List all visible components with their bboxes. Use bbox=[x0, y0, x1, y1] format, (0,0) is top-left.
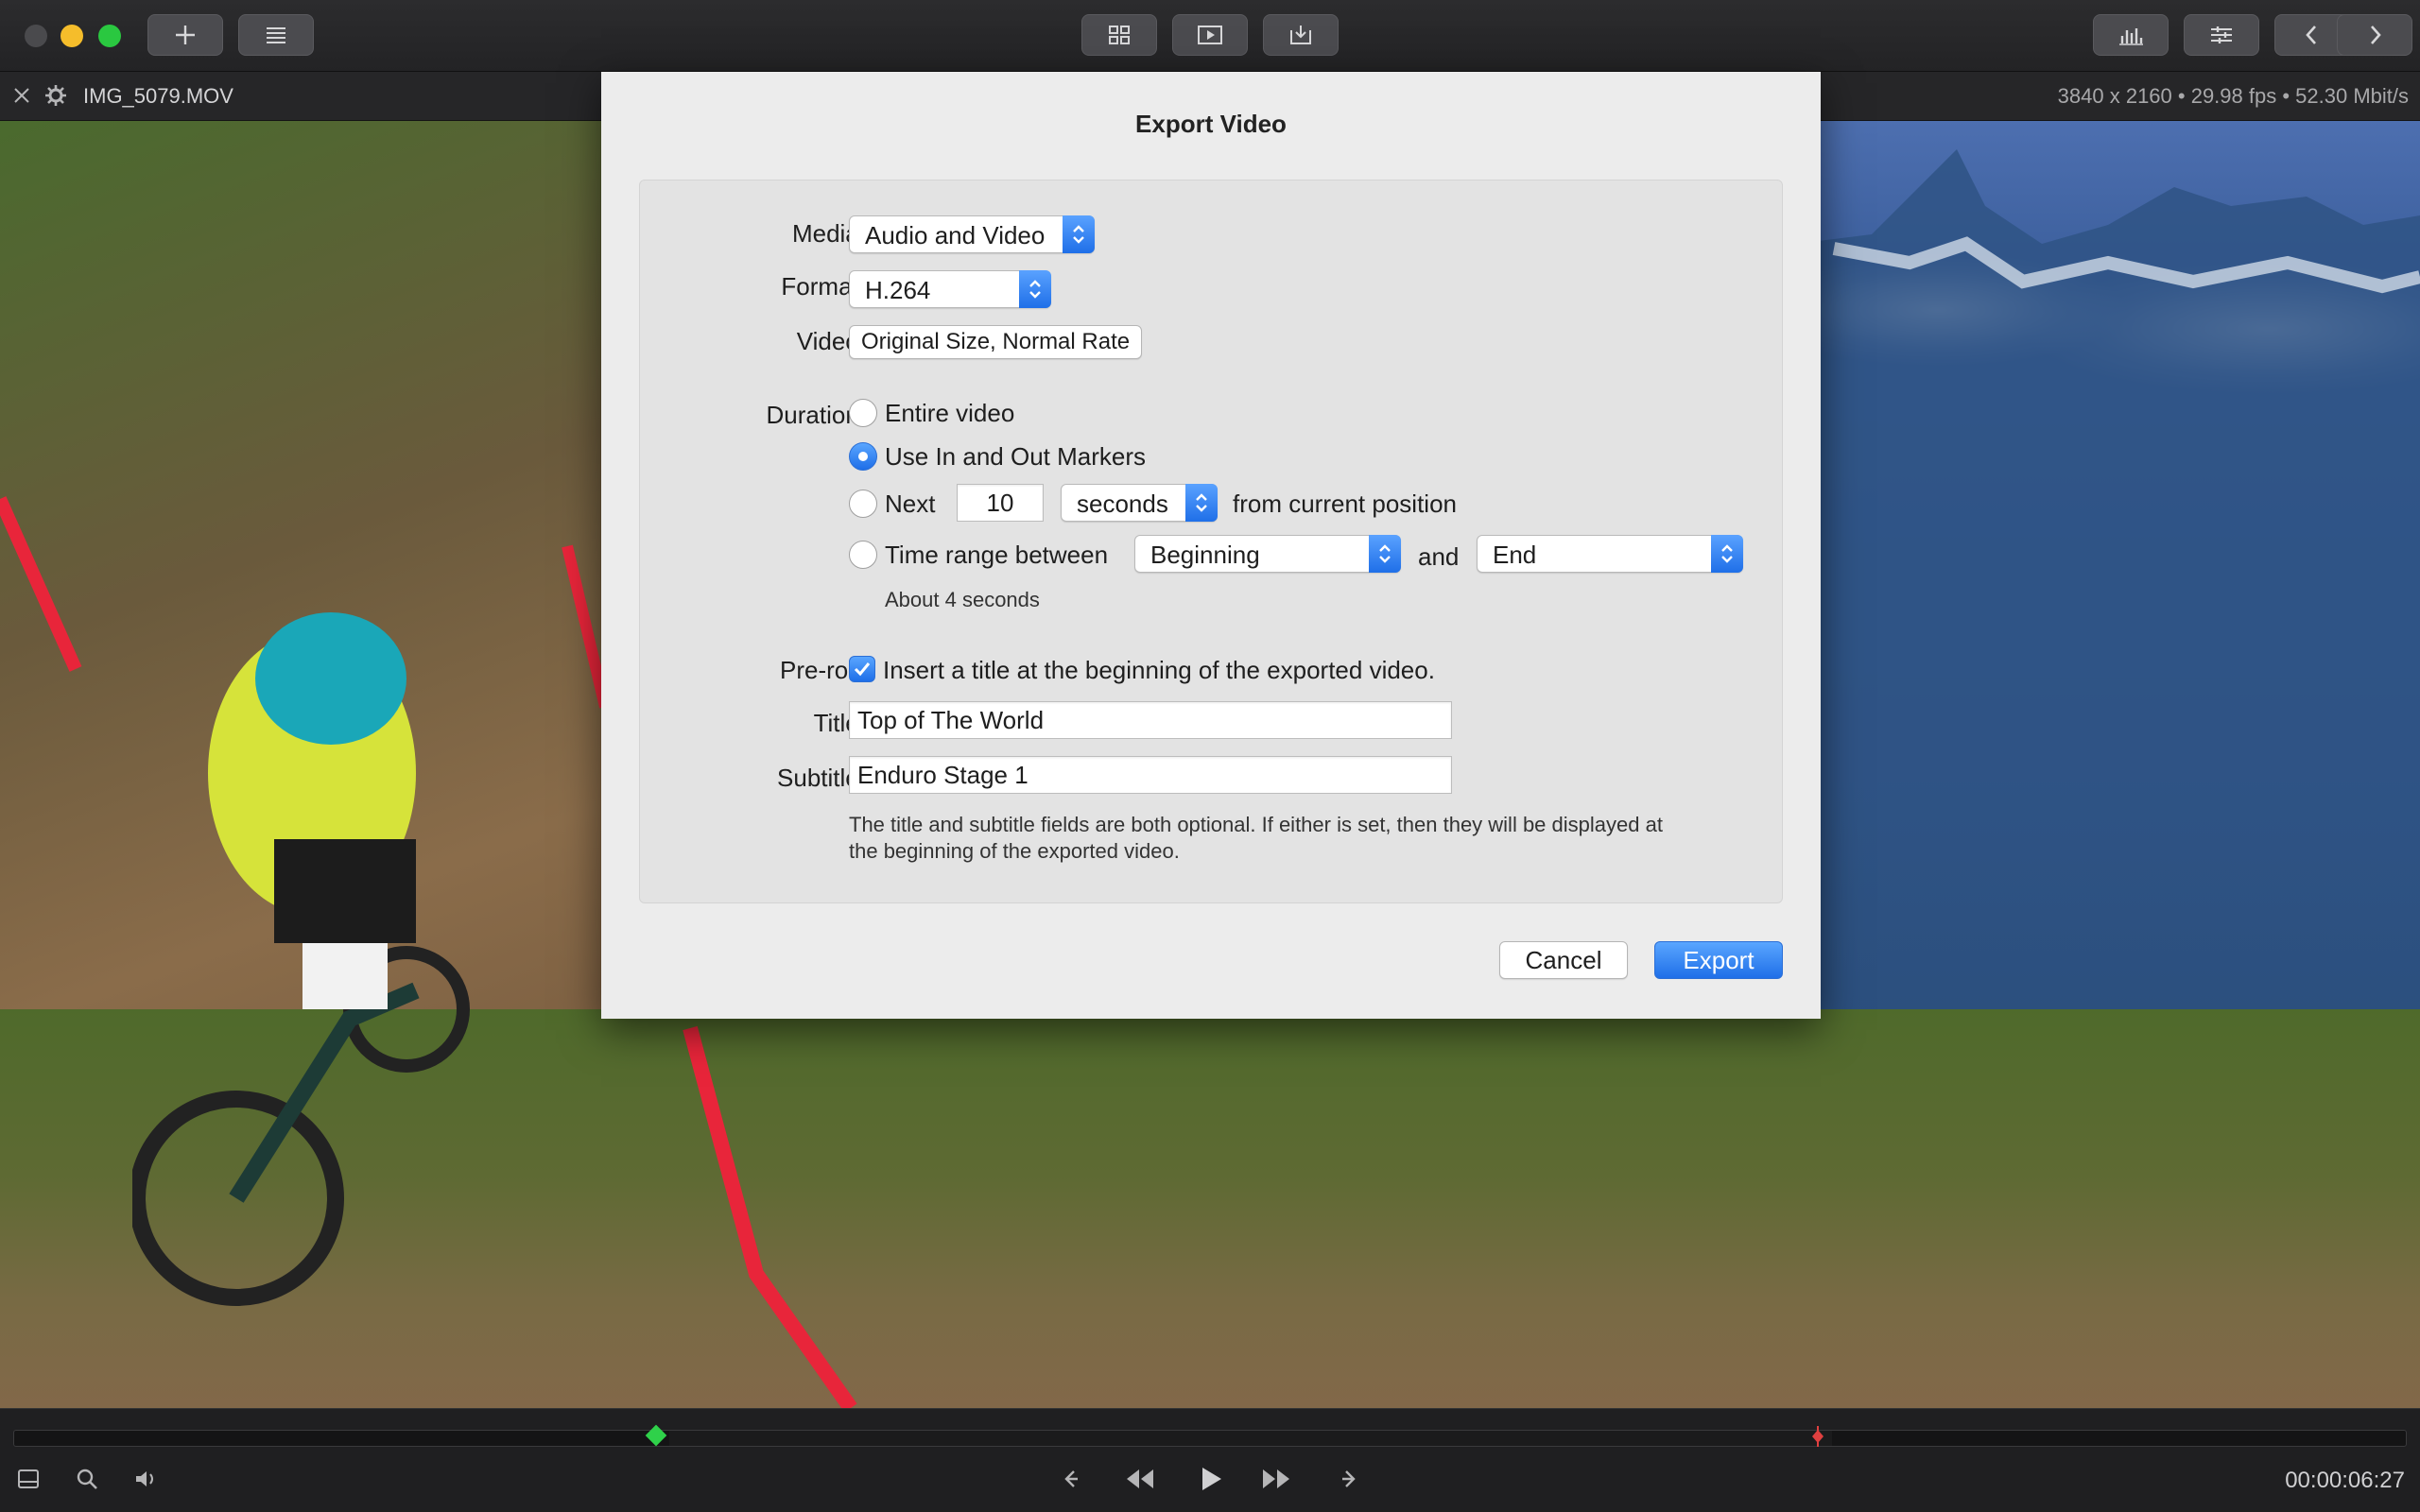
gear-icon[interactable] bbox=[43, 83, 68, 108]
next-button[interactable] bbox=[2337, 14, 2412, 56]
chevron-right-icon bbox=[2371, 26, 2381, 44]
timeline-track[interactable] bbox=[13, 1430, 2407, 1447]
search-icon[interactable] bbox=[74, 1466, 100, 1492]
add-button[interactable] bbox=[147, 14, 223, 56]
export-button[interactable]: Export bbox=[1654, 941, 1783, 979]
format-label: Format: bbox=[781, 272, 866, 301]
preroll-label: Pre-roll: bbox=[779, 656, 866, 684]
use-markers-label: Use In and Out Markers bbox=[885, 442, 1146, 471]
time-range-label: Time range between bbox=[885, 541, 1109, 569]
next-unit-value: seconds bbox=[1077, 490, 1168, 518]
radio-entire-video[interactable] bbox=[849, 399, 877, 427]
range-start-popup[interactable]: Beginning bbox=[1134, 535, 1401, 573]
title-field[interactable]: Top of The World bbox=[849, 701, 1452, 739]
cancel-button[interactable]: Cancel bbox=[1499, 941, 1628, 979]
rewind-icon[interactable] bbox=[1121, 1462, 1159, 1496]
bar-chart-icon bbox=[2119, 28, 2143, 45]
range-and-label: and bbox=[1418, 542, 1460, 571]
window-close-button[interactable] bbox=[25, 25, 47, 47]
export-tray-icon bbox=[1290, 26, 1311, 44]
format-popup-value: H.264 bbox=[865, 276, 931, 304]
timecode-display: 00:00:06:27 bbox=[2285, 1468, 2405, 1493]
radio-time-range[interactable] bbox=[849, 541, 877, 569]
next-amount-field[interactable]: 10 bbox=[957, 484, 1044, 522]
volume-icon[interactable] bbox=[132, 1466, 159, 1492]
go-to-out-icon[interactable] bbox=[1329, 1462, 1367, 1496]
dialog-title: Export Video bbox=[1135, 110, 1287, 138]
duration-note: About 4 seconds bbox=[885, 588, 1040, 611]
sidebar-toggle-icon[interactable] bbox=[15, 1466, 42, 1492]
media-popup-value: Audio and Video bbox=[865, 221, 1046, 249]
grid-icon bbox=[1109, 26, 1130, 44]
popup-arrows-icon bbox=[1369, 535, 1401, 573]
popup-arrows-icon bbox=[1063, 215, 1095, 253]
checkmark-icon bbox=[854, 662, 871, 677]
radio-next[interactable] bbox=[849, 490, 877, 518]
popup-arrows-icon bbox=[1185, 484, 1218, 522]
popup-arrows-icon bbox=[1711, 535, 1743, 573]
export-dialog: Export Video Media: Audio and Video Form… bbox=[601, 72, 1821, 1019]
help-text-line-1: The title and subtitle fields are both o… bbox=[849, 813, 1663, 836]
player-view-button[interactable] bbox=[1172, 14, 1248, 56]
entire-video-label: Entire video bbox=[885, 399, 1015, 427]
play-icon[interactable] bbox=[1191, 1462, 1229, 1496]
title-label: Title: bbox=[813, 709, 866, 737]
list-button[interactable] bbox=[238, 14, 314, 56]
go-to-in-icon[interactable] bbox=[1053, 1462, 1091, 1496]
out-marker[interactable] bbox=[1809, 1426, 1826, 1447]
window-zoom-button[interactable] bbox=[98, 25, 121, 47]
chevron-left-icon bbox=[2306, 26, 2316, 44]
range-end-popup[interactable]: End bbox=[1477, 535, 1743, 573]
subtitle-label: Subtitle: bbox=[777, 764, 866, 792]
radio-use-markers[interactable] bbox=[849, 442, 877, 471]
help-text-line-2: the beginning of the exported video. bbox=[849, 839, 1180, 863]
title-bar bbox=[0, 0, 2420, 72]
subtitle-field[interactable]: Enduro Stage 1 bbox=[849, 756, 1452, 794]
video-label: Video: bbox=[796, 327, 866, 355]
duration-label: Duration: bbox=[766, 401, 867, 429]
video-settings-button[interactable]: Original Size, Normal Rate bbox=[849, 325, 1143, 359]
media-label: Media: bbox=[791, 219, 866, 248]
export-view-button[interactable] bbox=[1263, 14, 1339, 56]
preroll-checkbox[interactable] bbox=[849, 656, 875, 682]
window-minimize-button[interactable] bbox=[60, 25, 83, 47]
popup-arrows-icon bbox=[1019, 270, 1051, 308]
media-popup[interactable]: Audio and Video bbox=[849, 215, 1095, 253]
adjustments-button[interactable] bbox=[2184, 14, 2259, 56]
range-end-value: End bbox=[1493, 541, 1537, 569]
format-popup[interactable]: H.264 bbox=[849, 270, 1051, 308]
stats-button[interactable] bbox=[2093, 14, 2169, 56]
close-file-icon[interactable] bbox=[11, 85, 32, 106]
play-screen-icon bbox=[1198, 26, 1222, 44]
plus-icon bbox=[176, 26, 195, 44]
in-out-range bbox=[669, 1431, 1832, 1446]
video-metadata: 3840 x 2160 • 29.98 fps • 52.30 Mbit/s bbox=[2057, 84, 2409, 108]
file-name: IMG_5079.MOV bbox=[83, 84, 233, 108]
next-suffix-label: from current position bbox=[1233, 490, 1457, 518]
timeline-bar: 00:00:06:27 bbox=[0, 1408, 2420, 1512]
next-label: Next bbox=[885, 490, 936, 518]
preroll-text: Insert a title at the beginning of the e… bbox=[883, 656, 1435, 684]
fast-forward-icon[interactable] bbox=[1257, 1462, 1295, 1496]
grid-view-button[interactable] bbox=[1081, 14, 1157, 56]
next-unit-popup[interactable]: seconds bbox=[1061, 484, 1218, 522]
range-start-value: Beginning bbox=[1150, 541, 1260, 569]
sliders-icon bbox=[2211, 26, 2232, 43]
list-icon bbox=[267, 27, 285, 43]
